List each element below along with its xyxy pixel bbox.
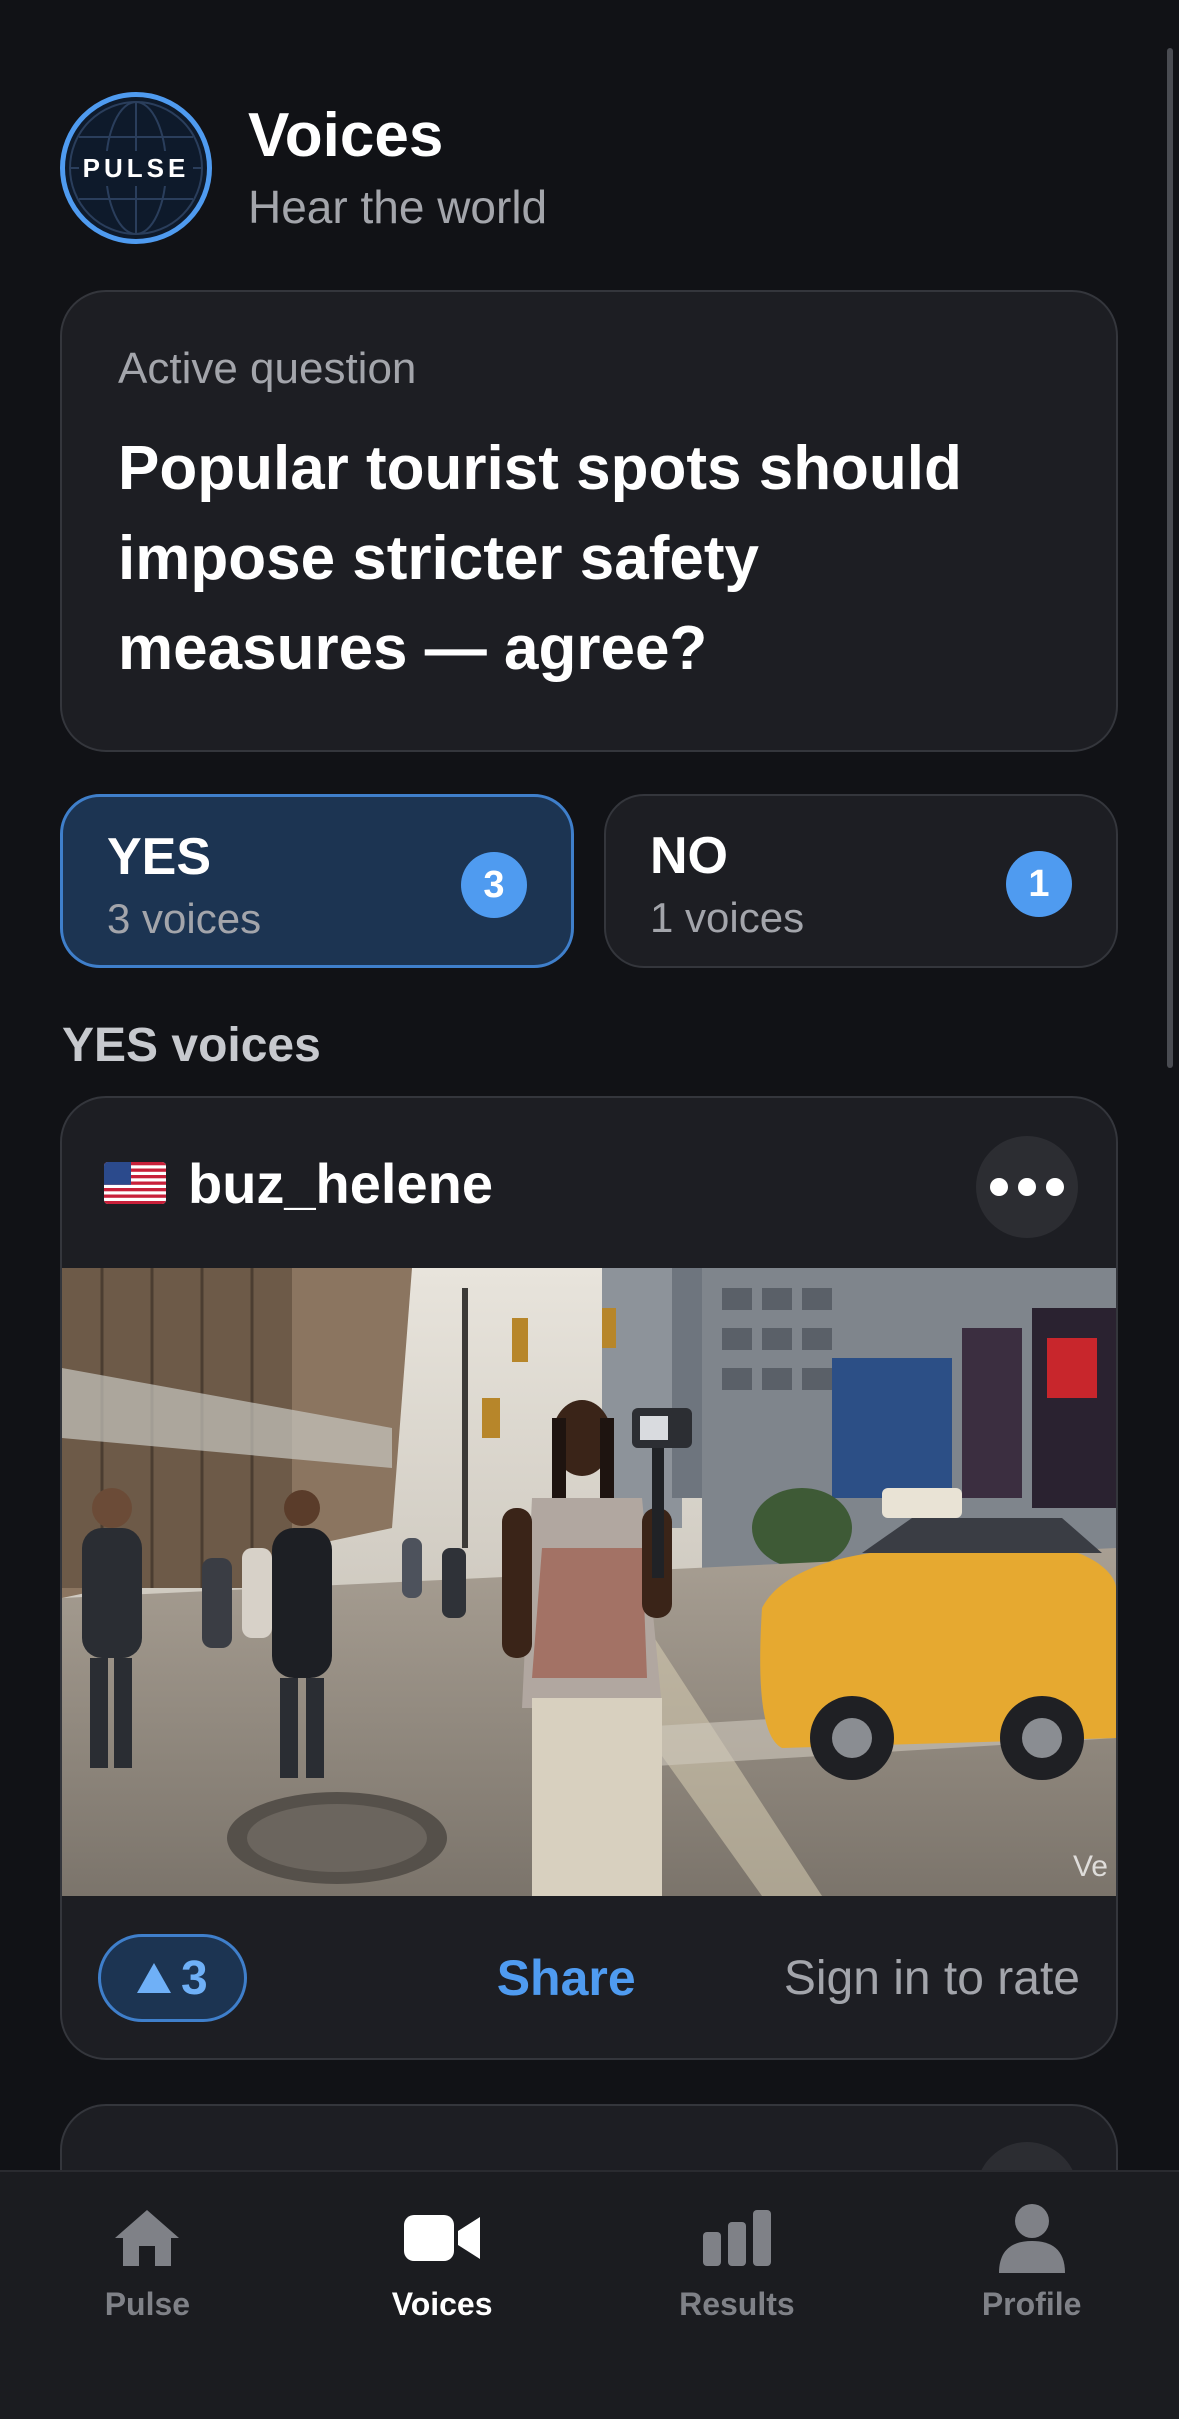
page-title: Voices [248, 100, 444, 170]
tab-label: Voices [391, 2286, 493, 2322]
tab-pulse[interactable]: Pulse [0, 2172, 295, 2419]
upvote-count: 3 [181, 1951, 208, 2005]
active-question-card: Active question Popular tourist spots sh… [60, 290, 1118, 752]
tab-label: Profile [981, 2286, 1082, 2322]
tab-label: Pulse [104, 2286, 191, 2322]
share-button[interactable]: Share [497, 1949, 636, 2007]
pulse-logo: PULSE [60, 92, 212, 244]
bar-chart-icon [697, 2198, 777, 2278]
sign-in-to-rate-link[interactable]: Sign in to rate [784, 1951, 1080, 2006]
more-dot-icon [1046, 1178, 1064, 1196]
voice-post-card: buz_helene Ve 3 Share Sign in to rate [60, 1096, 1118, 2060]
upvote-button[interactable]: 3 [98, 1934, 247, 2022]
more-dot-icon [990, 1178, 1008, 1196]
no-count-text: 1 voices [650, 894, 805, 941]
no-count-badge: 1 [1006, 851, 1072, 917]
bottom-tab-bar: Pulse Voices Results Profile [0, 2170, 1179, 2419]
page-subtitle: Hear the world [248, 181, 548, 234]
post-username[interactable]: buz_helene [188, 1151, 493, 1216]
upvote-arrow-icon [137, 1963, 171, 1993]
section-title: YES voices [62, 1019, 321, 1072]
yes-count-badge: 3 [461, 852, 527, 918]
header: PULSE Voices Hear the world [60, 88, 1120, 248]
tab-label: Results [679, 2286, 795, 2322]
scrollbar[interactable] [1167, 48, 1173, 1068]
tab-voices[interactable]: Voices [295, 2172, 590, 2419]
us-flag-icon [104, 1162, 166, 1204]
yes-vote-button[interactable]: YES 3 voices 3 [60, 794, 574, 968]
video-watermark: Ve [1072, 1850, 1108, 1883]
more-dot-icon [1018, 1178, 1036, 1196]
video-icon [402, 2198, 482, 2278]
tab-results[interactable]: Results [590, 2172, 885, 2419]
post-actions: 3 Share Sign in to rate [62, 1896, 1116, 2058]
home-icon [107, 2198, 187, 2278]
vote-options: YES 3 voices 3 NO 1 voices 1 [60, 794, 1118, 968]
logo-text: PULSE [78, 150, 194, 186]
person-icon [992, 2198, 1072, 2278]
post-header: buz_helene [62, 1098, 1116, 1268]
post-video-thumbnail[interactable]: Ve [62, 1268, 1116, 1896]
no-vote-button[interactable]: NO 1 voices 1 [604, 794, 1118, 968]
more-options-button[interactable] [976, 1136, 1078, 1238]
yes-count-text: 3 voices [107, 895, 262, 942]
question-label: Active question [118, 344, 417, 393]
tab-profile[interactable]: Profile [884, 2172, 1179, 2419]
question-text: Popular tourist spots should impose stri… [118, 434, 962, 683]
